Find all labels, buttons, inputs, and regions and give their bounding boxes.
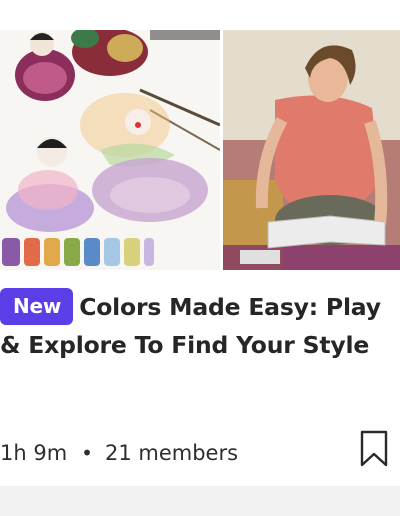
bookmark-icon xyxy=(360,430,388,467)
course-meta: 1h 9m • 21 members xyxy=(0,436,238,470)
course-thumbnail[interactable] xyxy=(0,30,400,270)
meta-separator: • xyxy=(81,441,93,465)
course-title[interactable]: New Colors Made Easy: Play & Explore To F… xyxy=(0,288,392,364)
course-duration: 1h 9m xyxy=(0,441,68,465)
thumbnail-image xyxy=(0,30,400,270)
new-badge: New xyxy=(0,288,74,325)
bookmark-button[interactable] xyxy=(360,430,388,468)
course-members: 21 members xyxy=(104,441,239,465)
course-card[interactable]: New Colors Made Easy: Play & Explore To F… xyxy=(0,0,400,486)
